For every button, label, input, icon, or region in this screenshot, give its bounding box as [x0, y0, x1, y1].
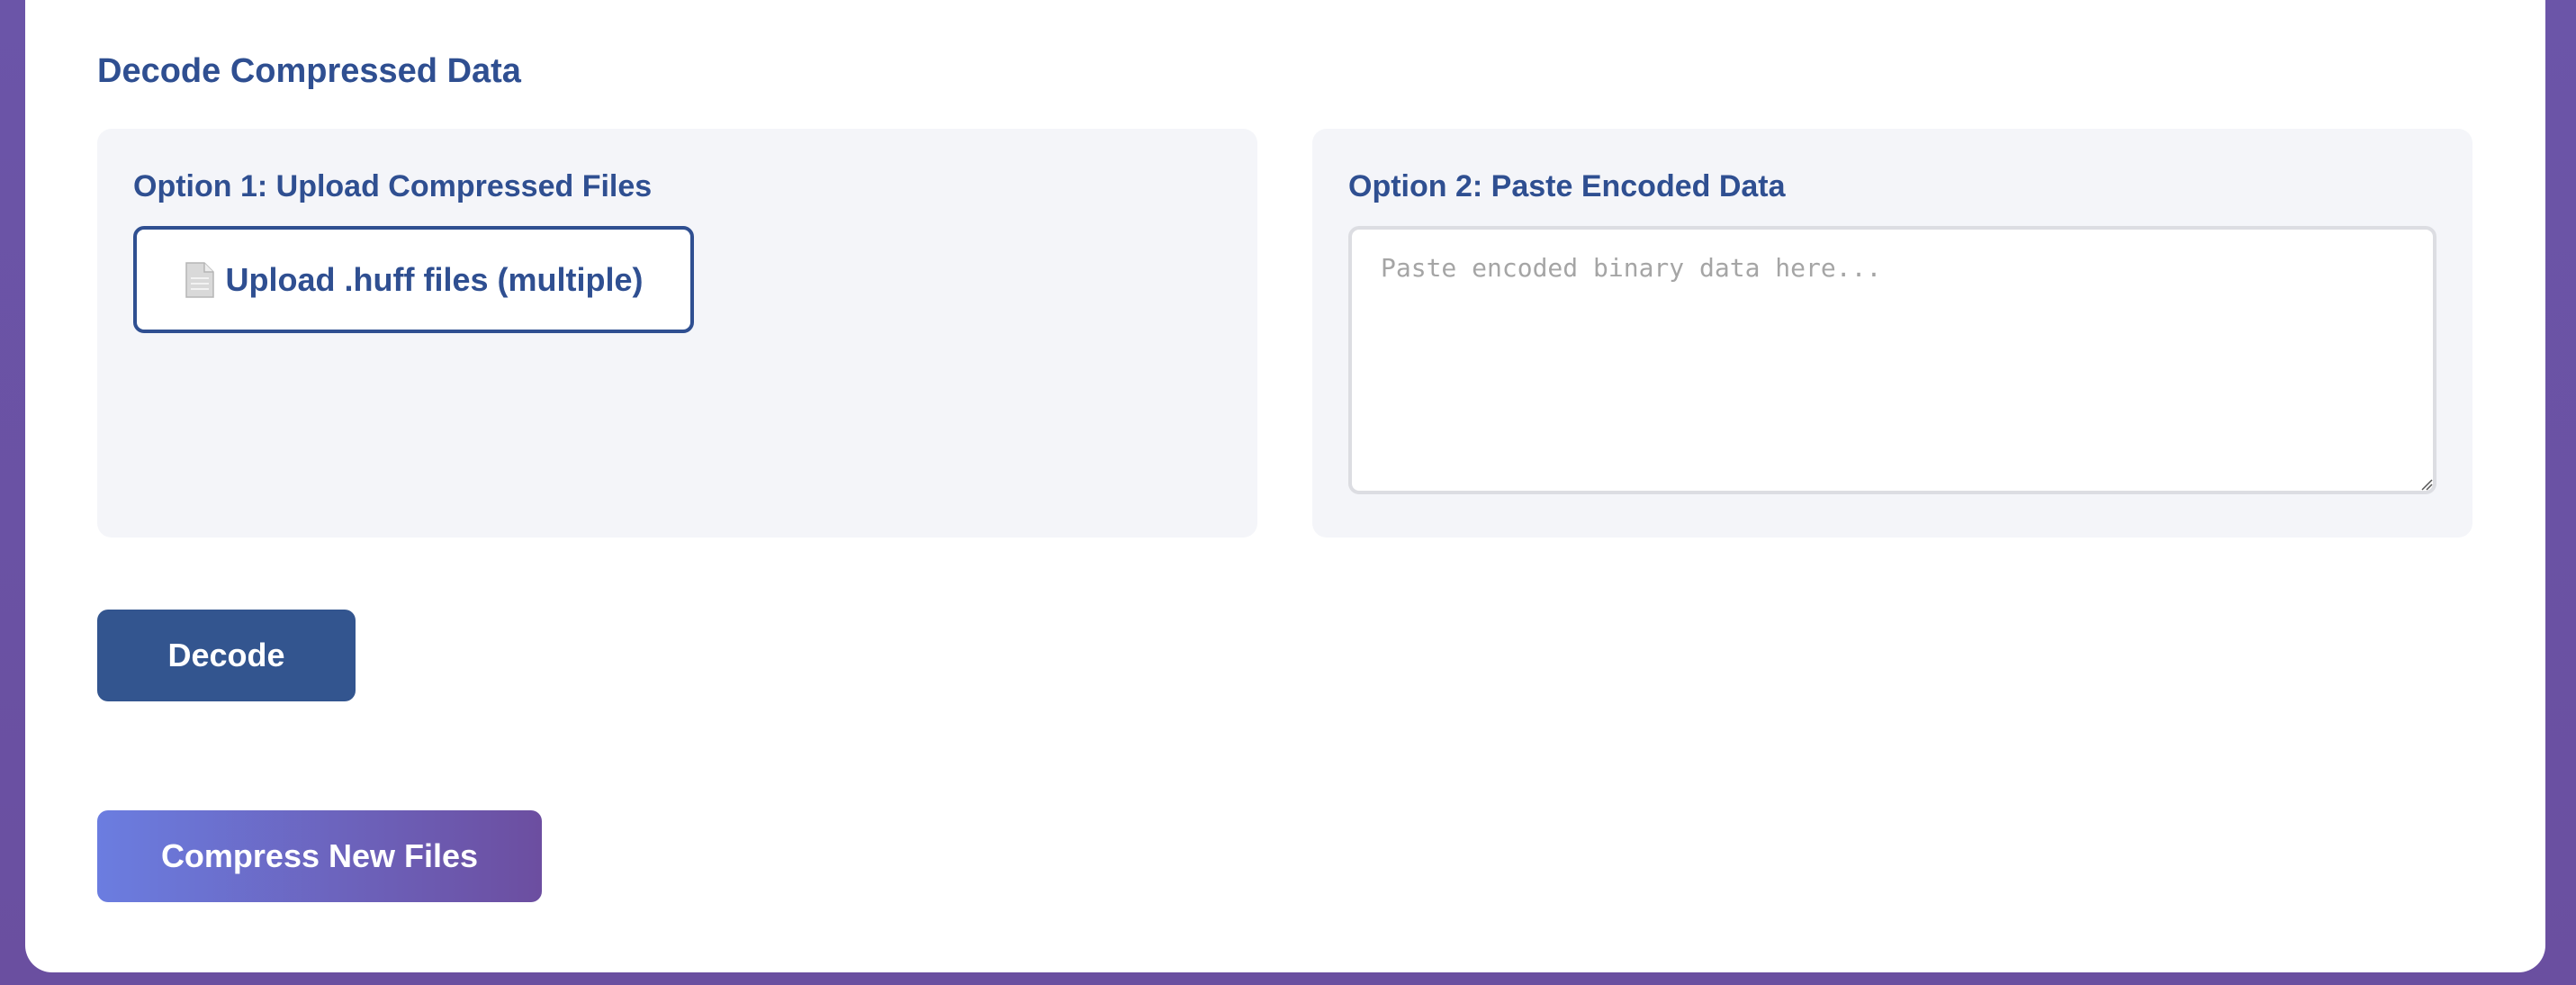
encoded-data-textarea[interactable]: [1348, 226, 2436, 494]
option1-title: Option 1: Upload Compressed Files: [133, 169, 653, 203]
resize-handle-icon[interactable]: [2420, 478, 2433, 491]
upload-button-label: Upload .huff files (multiple): [225, 260, 644, 298]
upload-option-panel: Option 1: Upload Compressed Files Upload…: [97, 129, 1257, 538]
main-card: Decode Compressed Data Option 1: Upload …: [25, 0, 2545, 972]
option2-title: Option 2: Paste Encoded Data: [1348, 169, 1786, 203]
section-title: Decode Compressed Data: [97, 52, 521, 90]
file-icon: [185, 261, 215, 298]
paste-option-panel: Option 2: Paste Encoded Data: [1312, 129, 2472, 538]
upload-files-button[interactable]: Upload .huff files (multiple): [133, 226, 694, 333]
decode-button[interactable]: Decode: [97, 610, 356, 701]
compress-new-files-button[interactable]: Compress New Files: [97, 810, 542, 902]
